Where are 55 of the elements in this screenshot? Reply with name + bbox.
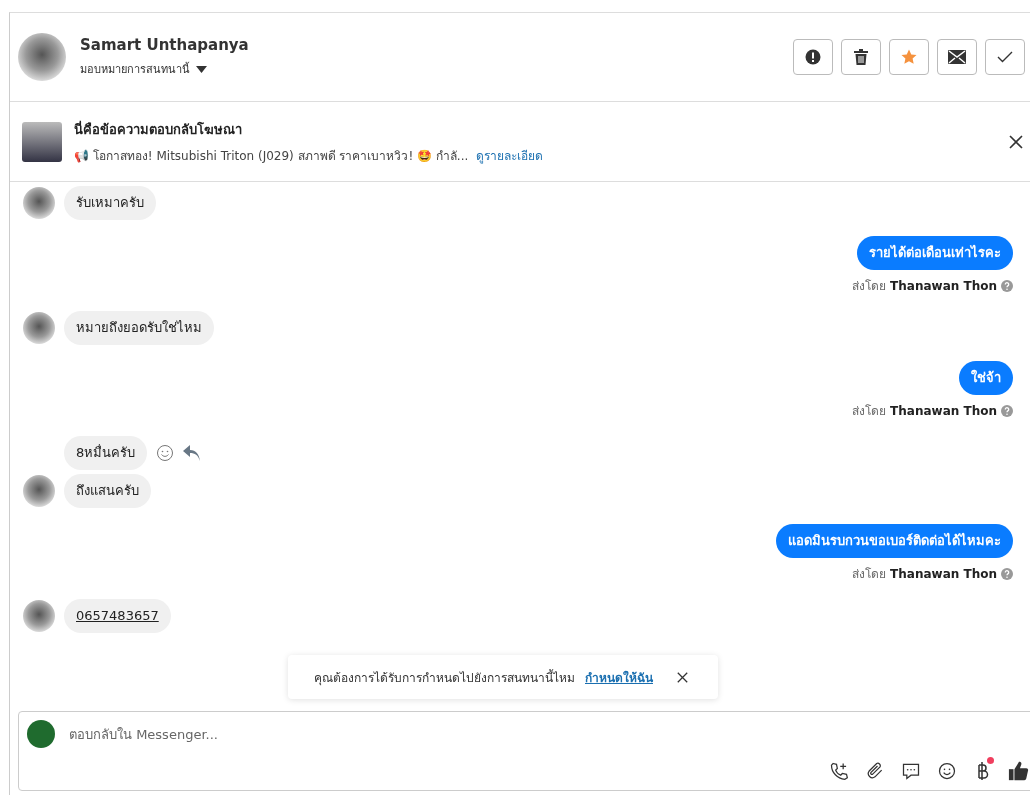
help-icon: [1001, 404, 1013, 417]
avatar: [23, 312, 55, 344]
caret-icon: [196, 65, 207, 73]
sender-name: Thanawan Thon: [890, 566, 997, 581]
alert-action-button[interactable]: [793, 39, 833, 75]
ad-reply-title: นี่คือข้อความตอบกลับโฆษณา: [74, 119, 243, 139]
trash-action-button[interactable]: [841, 39, 881, 75]
close-icon: [677, 671, 688, 683]
paperclip-icon: [865, 761, 885, 781]
contact-name: Samart Unthapanya: [80, 36, 250, 54]
incoming-message: ถึงแสนครับ: [64, 474, 151, 508]
avatar: [23, 475, 55, 507]
phone-plus-icon: [829, 761, 849, 781]
mail-action-button[interactable]: [937, 39, 977, 75]
outgoing-message: ใช่จ้า: [959, 361, 1013, 395]
car-photo-placeholder: [22, 121, 62, 162]
assign-to-me-link[interactable]: กำหนดให้ฉัน: [585, 667, 653, 687]
baht-icon: [976, 761, 990, 781]
phone-link[interactable]: 0657483657: [76, 608, 159, 623]
star-action-button[interactable]: [889, 39, 929, 75]
incoming-message: 8หมื่นครับ: [64, 436, 148, 470]
help-icon: [1001, 279, 1013, 292]
toast-message: คุณต้องการได้รับการกำหนดไปยังการสนทนานี้ไหม: [314, 668, 575, 687]
incoming-message: รับเหมาครับ: [64, 186, 156, 220]
emoji-tool-button[interactable]: [936, 760, 958, 782]
emoji-icon: [937, 761, 957, 781]
thumbs-up-icon: [1008, 760, 1030, 782]
sent-by-label: ส่งโดย: [852, 403, 887, 420]
outgoing-message: รายได้ต่อเดือนเท่าไรคะ: [857, 236, 1013, 270]
sent-by-label: ส่งโดย: [852, 278, 887, 295]
sender-name: Thanawan Thon: [890, 278, 997, 293]
emoji-icon[interactable]: [156, 444, 175, 462]
page-avatar: [27, 720, 55, 748]
alert-icon: [805, 49, 821, 65]
avatar: [23, 187, 55, 219]
outgoing-message: แอดมินรบกวนขอเบอร์ติดต่อได้ไหมคะ: [776, 524, 1013, 558]
avatar: [23, 600, 55, 632]
help-icon: [1001, 567, 1013, 580]
incoming-message: หมายถึงยอดรับใช่ไหม: [64, 311, 214, 345]
reply-icon[interactable]: [183, 445, 202, 461]
mail-icon: [948, 50, 966, 64]
details-link[interactable]: ดูรายละเอียด: [476, 145, 544, 165]
check-icon: [997, 51, 1013, 63]
notification-dot: [987, 757, 994, 764]
assign-dropdown[interactable]: มอบหมายการสนทนานี้: [80, 60, 793, 78]
avatar: [18, 33, 66, 81]
call-tool-button[interactable]: [828, 760, 850, 782]
check-action-button[interactable]: [985, 39, 1025, 75]
like-tool-button[interactable]: [1008, 760, 1030, 782]
trash-icon: [854, 49, 868, 65]
sent-by-label: ส่งโดย: [852, 566, 887, 583]
sender-name: Thanawan Thon: [890, 403, 997, 418]
close-icon: [1009, 134, 1023, 149]
speech-bubble-icon: [901, 761, 921, 781]
ad-snippet: 📢 โอกาสทอง! Mitsubishi Triton (J029) สภาพดี ราคาเบาหวิว! 🤩 กำลั...: [74, 147, 469, 165]
